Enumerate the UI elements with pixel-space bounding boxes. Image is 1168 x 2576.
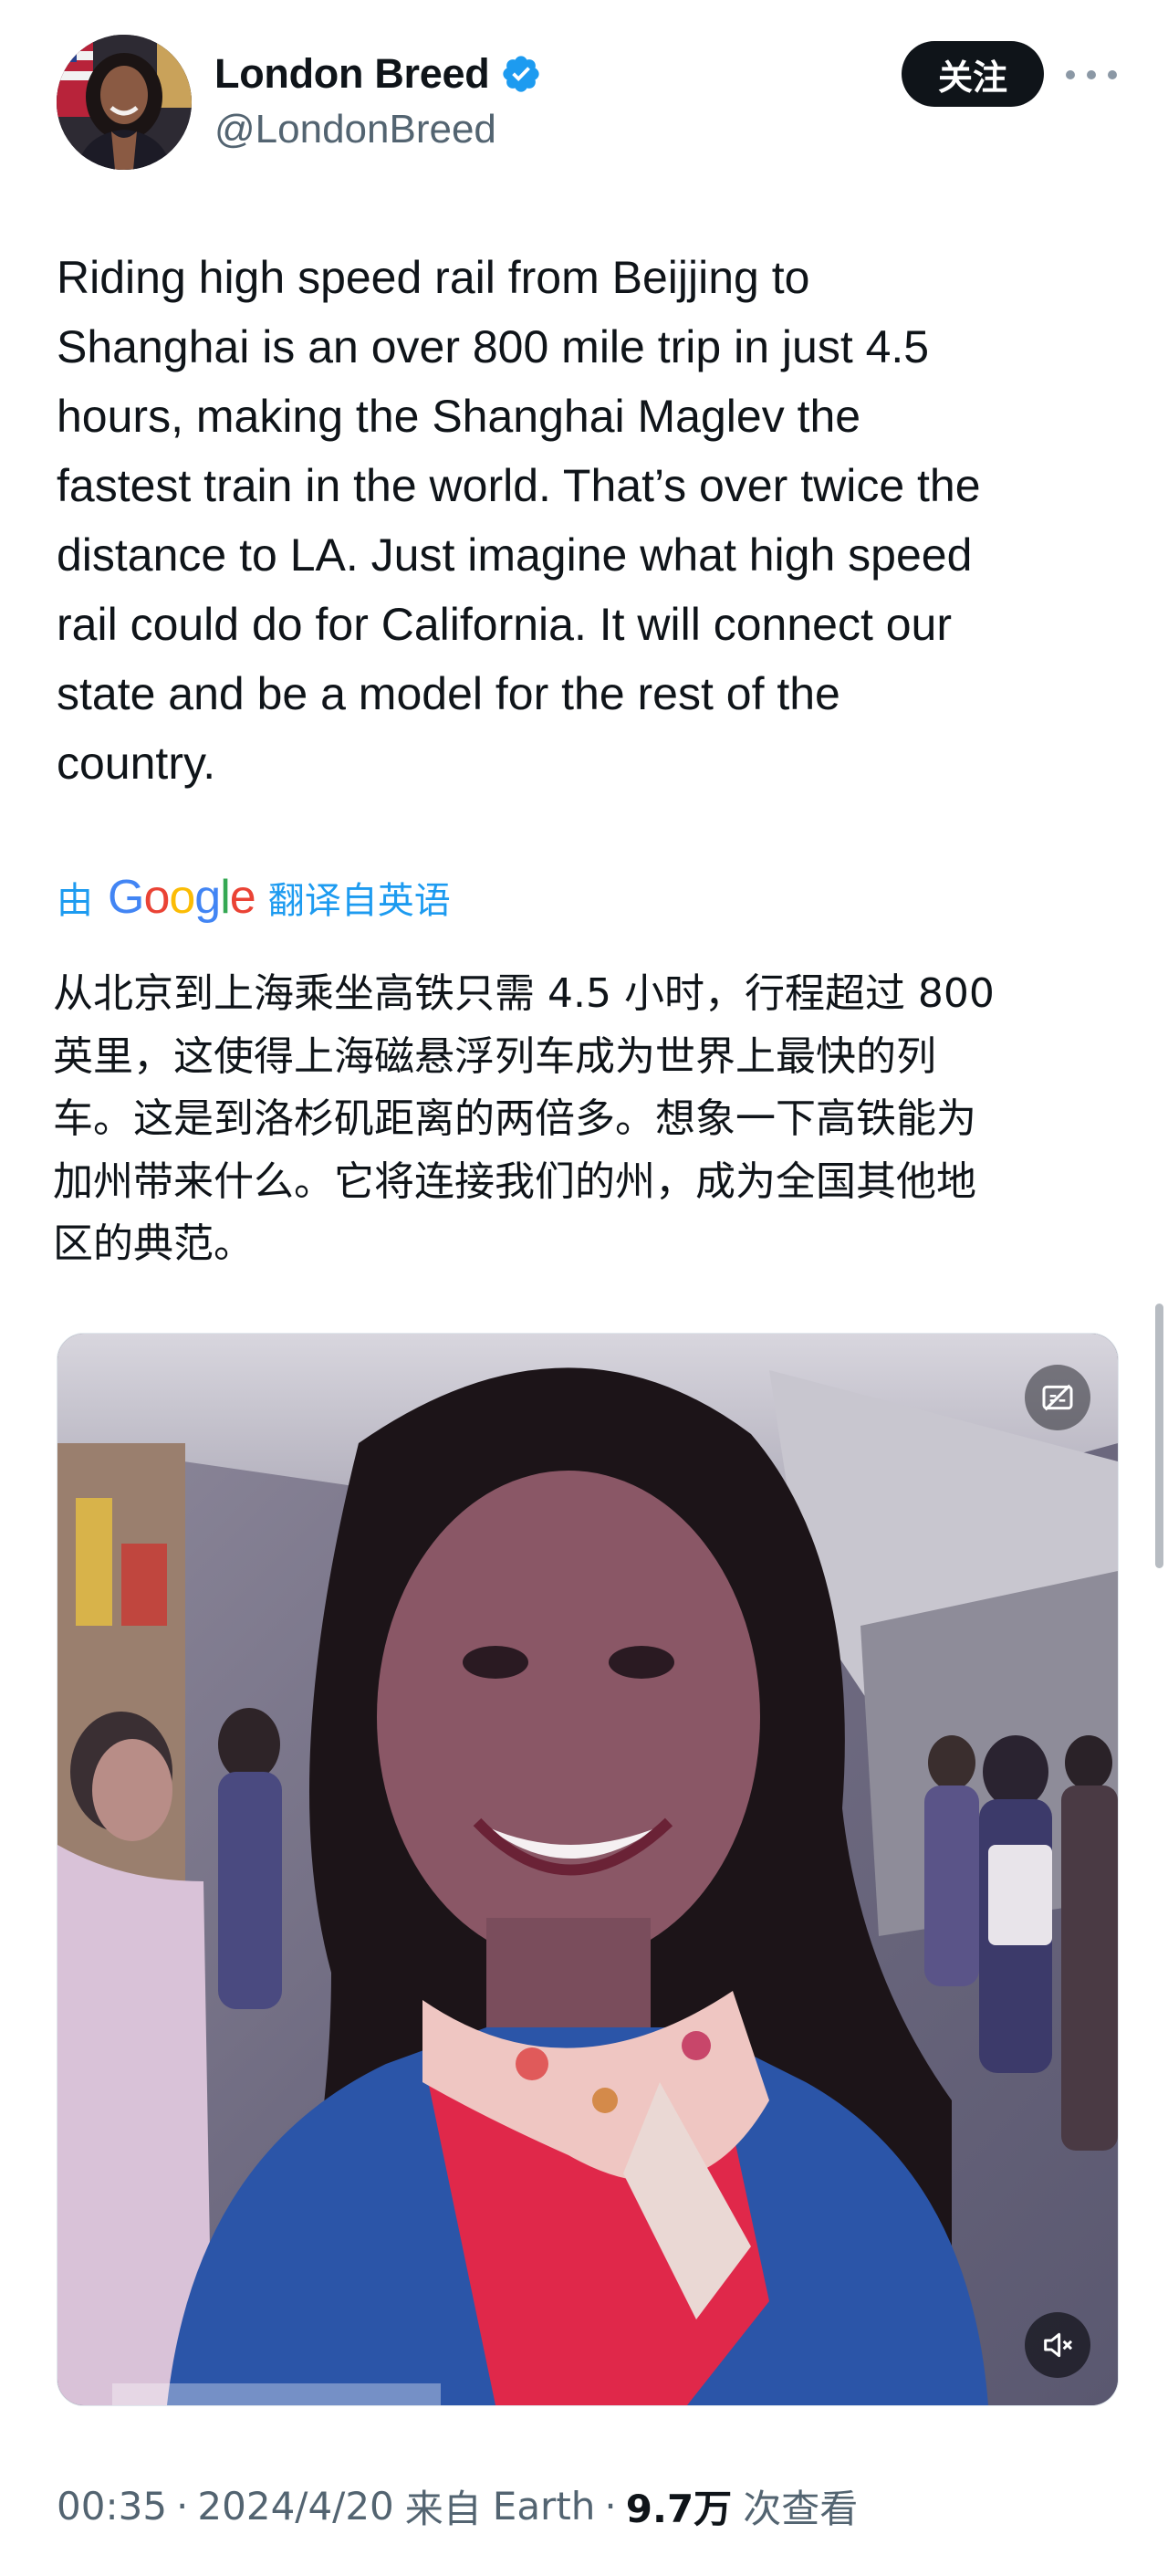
meta-separator: ·	[604, 2483, 617, 2529]
tweet-video[interactable]	[57, 1333, 1119, 2406]
captions-off-button[interactable]	[1025, 1365, 1090, 1430]
verified-badge-icon	[503, 56, 540, 92]
tweet-time[interactable]: 00:35	[57, 2484, 167, 2529]
views-count: 9.7万	[625, 2486, 733, 2531]
author-avatar[interactable]	[57, 35, 192, 170]
avatar-image	[57, 35, 192, 170]
video-frame	[57, 1334, 1118, 2405]
author-handle[interactable]: @LondonBreed	[214, 102, 496, 157]
mute-button[interactable]	[1025, 2312, 1090, 2378]
translation-prefix: 由	[57, 880, 93, 922]
author-name-row: London Breed	[214, 46, 542, 102]
tweet-source: Earth	[492, 2483, 596, 2529]
captions-off-icon	[1042, 1384, 1073, 1411]
meta-separator: ·	[176, 2483, 189, 2529]
volume-muted-icon	[1044, 2332, 1073, 2358]
translation-suffix: 翻译自英语	[267, 880, 451, 922]
tweet-source-prefix: 来自	[404, 2486, 482, 2531]
translated-text: 从北京到上海乘坐高铁只需 4.5 小时，行程超过 800 英里，这使得上海磁悬浮…	[53, 970, 995, 1267]
views-label: 次查看	[743, 2486, 859, 2531]
more-options-button[interactable]	[1066, 57, 1117, 93]
follow-button[interactable]: 关注	[902, 41, 1044, 107]
google-logo: Google	[108, 871, 256, 924]
more-horizontal-icon-dot	[1087, 70, 1096, 79]
tweet-meta: 00:35 · 2024/4/20 来自 Earth · 9.7万 次查看	[57, 2476, 858, 2536]
tweet-text: Riding high speed rail from Beijjing to …	[57, 252, 981, 789]
more-horizontal-icon	[1066, 70, 1075, 79]
translation-attribution[interactable]: 由 Google 翻译自英语	[57, 869, 451, 926]
author-display-name[interactable]: London Breed	[214, 46, 490, 102]
tweet-date[interactable]: 2024/4/20	[197, 2484, 393, 2529]
scrollbar-thumb[interactable]	[1155, 1304, 1163, 1568]
more-horizontal-icon-dot	[1108, 70, 1117, 79]
